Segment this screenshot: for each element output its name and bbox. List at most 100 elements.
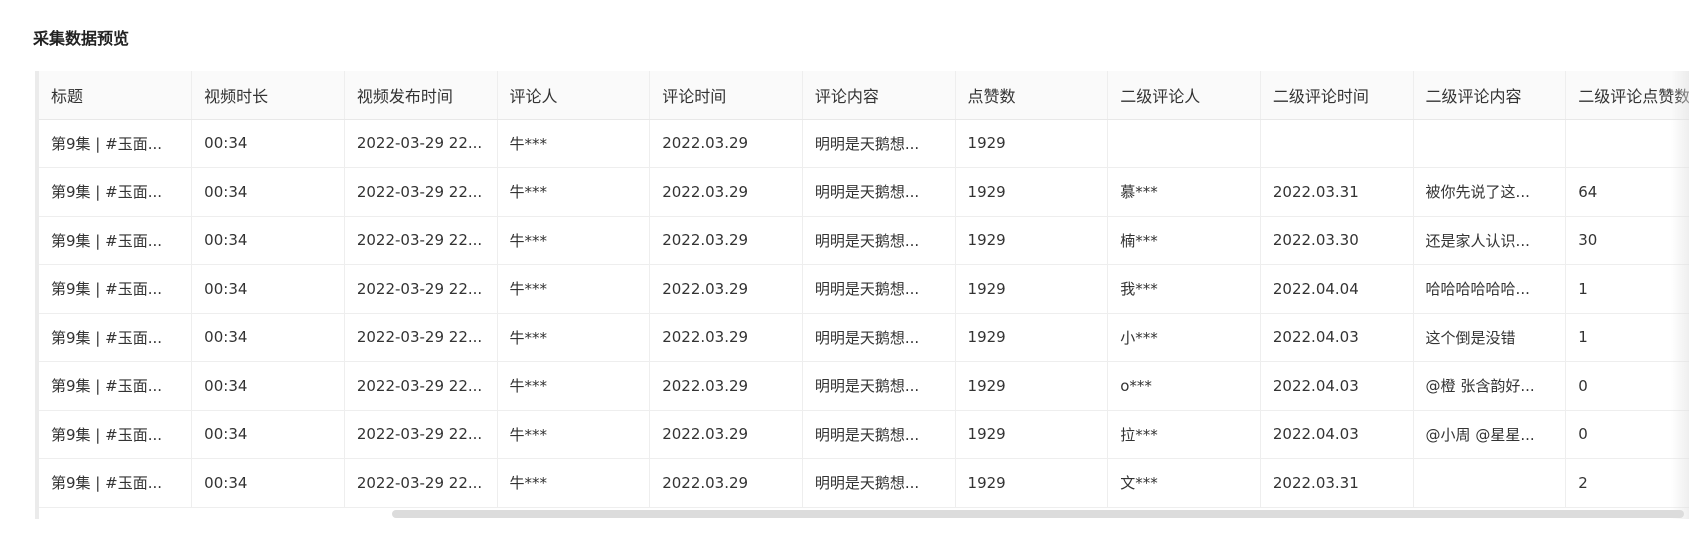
cell-reply-content: 哈哈哈哈哈哈... bbox=[1413, 264, 1567, 314]
cell-video-duration: 00:34 bbox=[191, 167, 345, 217]
cell-comment-content: 明明是天鹅想... bbox=[802, 119, 956, 168]
cell-reply-likes: 30 bbox=[1565, 216, 1689, 265]
cell-comment-time: 2022.03.29 bbox=[649, 313, 803, 362]
cell-reply-content bbox=[1413, 458, 1567, 508]
column-header-video-publish-time: 视频发布时间 bbox=[344, 71, 498, 120]
cell-likes: 1929 bbox=[955, 167, 1109, 217]
cell-commenter: 牛*** bbox=[497, 410, 651, 459]
cell-commenter: 牛*** bbox=[497, 167, 651, 217]
cell-reply-likes: 1 bbox=[1565, 313, 1689, 362]
cell-video-duration: 00:34 bbox=[191, 410, 345, 459]
table-row: 第9集 | #玉面... 00:34 2022-03-29 22... 牛*** 202… bbox=[39, 458, 1689, 508]
cell-title: 第9集 | #玉面... bbox=[39, 361, 193, 411]
cell-reply-content: 还是家人认识... bbox=[1413, 216, 1567, 265]
column-header-likes: 点赞数 bbox=[955, 71, 1109, 120]
cell-reply-likes: 64 bbox=[1565, 167, 1689, 217]
cell-video-duration: 00:34 bbox=[191, 264, 345, 314]
cell-comment-content: 明明是天鹅想... bbox=[802, 361, 956, 411]
section-title: 采集数据预览 bbox=[33, 29, 130, 48]
column-header-comment-time: 评论时间 bbox=[649, 71, 803, 120]
table-row: 第9集 | #玉面... 00:34 2022-03-29 22... 牛*** 202… bbox=[39, 216, 1689, 265]
cell-reply-commenter bbox=[1107, 119, 1261, 168]
preview-table-container[interactable]: 标题 视频时长 视频发布时间 评论人 评论时间 评论内容 点赞数 二级评论人 二… bbox=[35, 71, 1689, 519]
table-row: 第9集 | #玉面... 00:34 2022-03-29 22... 牛*** 202… bbox=[39, 361, 1689, 411]
cell-title: 第9集 | #玉面... bbox=[39, 410, 193, 459]
cell-video-duration: 00:34 bbox=[191, 313, 345, 362]
cell-video-duration: 00:34 bbox=[191, 216, 345, 265]
table-row: 第9集 | #玉面... 00:34 2022-03-29 22... 牛*** 202… bbox=[39, 313, 1689, 362]
cell-video-publish-time: 2022-03-29 22... bbox=[344, 458, 498, 508]
cell-reply-time: 2022.03.31 bbox=[1260, 458, 1414, 508]
cell-comment-content: 明明是天鹅想... bbox=[802, 410, 956, 459]
column-header-title: 标题 bbox=[39, 71, 193, 120]
cell-likes: 1929 bbox=[955, 119, 1109, 168]
cell-likes: 1929 bbox=[955, 216, 1109, 265]
cell-commenter: 牛*** bbox=[497, 313, 651, 362]
column-header-video-duration: 视频时长 bbox=[191, 71, 345, 120]
cell-video-duration: 00:34 bbox=[191, 361, 345, 411]
cell-likes: 1929 bbox=[955, 361, 1109, 411]
column-header-reply-content: 二级评论内容 bbox=[1413, 71, 1567, 120]
cell-comment-content: 明明是天鹅想... bbox=[802, 264, 956, 314]
cell-reply-likes: 0 bbox=[1565, 361, 1689, 411]
table-row: 第9集 | #玉面... 00:34 2022-03-29 22... 牛*** 202… bbox=[39, 119, 1689, 168]
cell-video-publish-time: 2022-03-29 22... bbox=[344, 216, 498, 265]
cell-commenter: 牛*** bbox=[497, 361, 651, 411]
cell-reply-likes bbox=[1565, 119, 1689, 168]
cell-title: 第9集 | #玉面... bbox=[39, 458, 193, 508]
cell-reply-commenter: 楠*** bbox=[1107, 216, 1261, 265]
cell-comment-time: 2022.03.29 bbox=[649, 167, 803, 217]
cell-reply-time: 2022.03.31 bbox=[1260, 167, 1414, 217]
cell-comment-content: 明明是天鹅想... bbox=[802, 167, 956, 217]
cell-comment-time: 2022.03.29 bbox=[649, 361, 803, 411]
cell-comment-content: 明明是天鹅想... bbox=[802, 458, 956, 508]
cell-comment-time: 2022.03.29 bbox=[649, 410, 803, 459]
cell-comment-time: 2022.03.29 bbox=[649, 458, 803, 508]
cell-comment-content: 明明是天鹅想... bbox=[802, 313, 956, 362]
cell-commenter: 牛*** bbox=[497, 264, 651, 314]
column-header-comment-content: 评论内容 bbox=[802, 71, 956, 120]
cell-reply-time: 2022.04.03 bbox=[1260, 361, 1414, 411]
column-header-reply-commenter: 二级评论人 bbox=[1107, 71, 1261, 120]
cell-video-duration: 00:34 bbox=[191, 119, 345, 168]
cell-title: 第9集 | #玉面... bbox=[39, 167, 193, 217]
cell-commenter: 牛*** bbox=[497, 458, 651, 508]
column-header-reply-likes: 二级评论点赞数 bbox=[1565, 71, 1689, 120]
horizontal-scrollbar[interactable] bbox=[35, 509, 1685, 519]
preview-table: 标题 视频时长 视频发布时间 评论人 评论时间 评论内容 点赞数 二级评论人 二… bbox=[39, 71, 1689, 508]
cell-reply-commenter: o*** bbox=[1107, 361, 1261, 411]
cell-likes: 1929 bbox=[955, 313, 1109, 362]
cell-reply-commenter: 拉*** bbox=[1107, 410, 1261, 459]
cell-reply-time: 2022.04.03 bbox=[1260, 313, 1414, 362]
cell-reply-likes: 1 bbox=[1565, 264, 1689, 314]
cell-comment-time: 2022.03.29 bbox=[649, 216, 803, 265]
cell-title: 第9集 | #玉面... bbox=[39, 264, 193, 314]
cell-reply-commenter: 慕*** bbox=[1107, 167, 1261, 217]
column-header-reply-time: 二级评论时间 bbox=[1260, 71, 1414, 120]
cell-reply-commenter: 文*** bbox=[1107, 458, 1261, 508]
cell-reply-likes: 2 bbox=[1565, 458, 1689, 508]
cell-video-duration: 00:34 bbox=[191, 458, 345, 508]
table-row: 第9集 | #玉面... 00:34 2022-03-29 22... 牛*** 202… bbox=[39, 410, 1689, 459]
cell-reply-time: 2022.04.04 bbox=[1260, 264, 1414, 314]
column-header-commenter: 评论人 bbox=[497, 71, 651, 120]
cell-commenter: 牛*** bbox=[497, 119, 651, 168]
cell-video-publish-time: 2022-03-29 22... bbox=[344, 167, 498, 217]
table-row: 第9集 | #玉面... 00:34 2022-03-29 22... 牛*** 202… bbox=[39, 264, 1689, 314]
cell-reply-time: 2022.04.03 bbox=[1260, 410, 1414, 459]
cell-reply-content: @橙 张含韵好... bbox=[1413, 361, 1567, 411]
table-body: 第9集 | #玉面... 00:34 2022-03-29 22... 牛*** 202… bbox=[39, 119, 1689, 508]
cell-reply-content: 这个倒是没错 bbox=[1413, 313, 1567, 362]
cell-title: 第9集 | #玉面... bbox=[39, 313, 193, 362]
cell-video-publish-time: 2022-03-29 22... bbox=[344, 264, 498, 314]
cell-video-publish-time: 2022-03-29 22... bbox=[344, 313, 498, 362]
cell-video-publish-time: 2022-03-29 22... bbox=[344, 410, 498, 459]
scrollbar-thumb[interactable] bbox=[392, 510, 1684, 518]
header-row: 标题 视频时长 视频发布时间 评论人 评论时间 评论内容 点赞数 二级评论人 二… bbox=[39, 71, 1689, 120]
cell-title: 第9集 | #玉面... bbox=[39, 216, 193, 265]
cell-reply-commenter: 我*** bbox=[1107, 264, 1261, 314]
cell-video-publish-time: 2022-03-29 22... bbox=[344, 119, 498, 168]
cell-reply-time: 2022.03.30 bbox=[1260, 216, 1414, 265]
cell-reply-content: @小周 @星星... bbox=[1413, 410, 1567, 459]
cell-likes: 1929 bbox=[955, 410, 1109, 459]
